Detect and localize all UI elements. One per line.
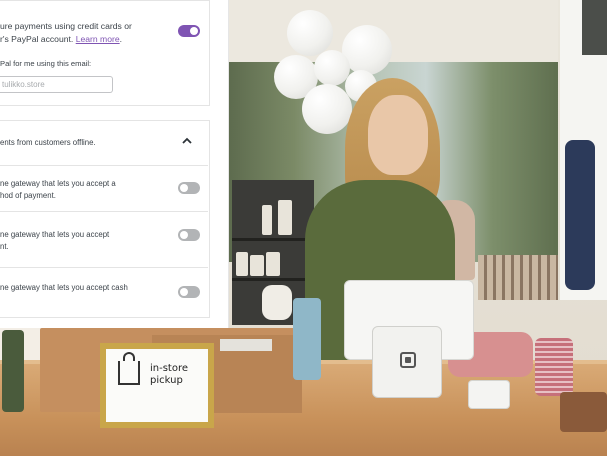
window-frame <box>582 0 607 55</box>
paypal-description: ure payments using credit cards or r's P… <box>0 20 170 46</box>
offline-gateway-row: ne gateway that lets you accept cash <box>0 267 208 317</box>
gateway-toggle[interactable] <box>178 229 200 241</box>
shelf-product <box>262 205 272 235</box>
gateway-description-line-1: ne gateway that lets you accept cash <box>0 283 128 292</box>
leather-wallet <box>560 392 607 432</box>
balloon <box>302 84 352 134</box>
shelf-product <box>236 252 248 276</box>
offline-section-header[interactable]: ents from customers offline. <box>0 121 208 166</box>
shelf-product <box>262 285 292 320</box>
paper-label <box>220 339 272 351</box>
learn-more-suffix: . <box>119 34 123 44</box>
email-field[interactable]: tulikko.store <box>0 76 113 93</box>
square-logo-icon <box>400 352 416 368</box>
gateway-toggle[interactable] <box>178 182 200 194</box>
gateway-description-line-2: hod of payment. <box>0 191 56 200</box>
paypal-payments-card: ure payments using credit cards or r's P… <box>0 0 210 106</box>
offline-gateway-row: ne gateway that lets you accept nt. <box>0 211 208 268</box>
chevron-up-icon[interactable] <box>181 135 193 147</box>
shelf <box>232 278 314 281</box>
card-reader <box>468 380 510 409</box>
balloon <box>287 10 333 56</box>
clothing-rack <box>478 255 558 300</box>
gateway-description-line-1: ne gateway that lets you accept <box>0 230 110 239</box>
twine-spool <box>535 338 573 396</box>
gateway-description-line-1: ne gateway that lets you accept a <box>0 179 116 188</box>
gateway-toggle[interactable] <box>178 286 200 298</box>
pickup-sign: in-store pickup <box>100 343 214 428</box>
balloon <box>314 50 350 86</box>
wall-trim <box>228 0 558 62</box>
offline-section-title: ents from customers offline. <box>0 138 96 147</box>
payments-settings-panel: ure payments using credit cards or r's P… <box>0 0 228 328</box>
shelf-product <box>278 200 292 235</box>
pickup-sign-card: in-store pickup <box>106 349 208 422</box>
paypal-description-line-2: r's PayPal account. <box>0 34 76 44</box>
sign-line-1: in-store <box>150 363 189 374</box>
paypal-description-line-1: ure payments using credit cards or <box>0 21 132 31</box>
shelf-product <box>266 252 280 276</box>
offline-payments-card: ents from customers offline. ne gateway … <box>0 120 210 318</box>
mannequin <box>565 140 595 290</box>
sign-line-2: pickup <box>150 375 183 386</box>
shelf-product <box>250 255 264 276</box>
pickup-sign-text: in-store pickup <box>150 363 188 387</box>
gateway-description: ne gateway that lets you accept cash <box>0 282 165 294</box>
gateway-description: ne gateway that lets you accept nt. <box>0 229 165 253</box>
learn-more-link[interactable]: Learn more <box>76 34 120 44</box>
paypal-enable-toggle[interactable] <box>178 25 200 37</box>
shopkeeper-face <box>368 95 428 175</box>
shopping-bag-icon <box>118 352 140 385</box>
shelf <box>232 238 314 241</box>
gateway-description-line-2: nt. <box>0 242 9 251</box>
gateway-description: ne gateway that lets you accept a hod of… <box>0 178 165 202</box>
offline-gateway-row: ne gateway that lets you accept a hod of… <box>0 165 208 212</box>
blue-bottle <box>293 298 321 380</box>
plant <box>2 330 24 412</box>
email-label: Pal for me using this email: <box>0 59 92 68</box>
